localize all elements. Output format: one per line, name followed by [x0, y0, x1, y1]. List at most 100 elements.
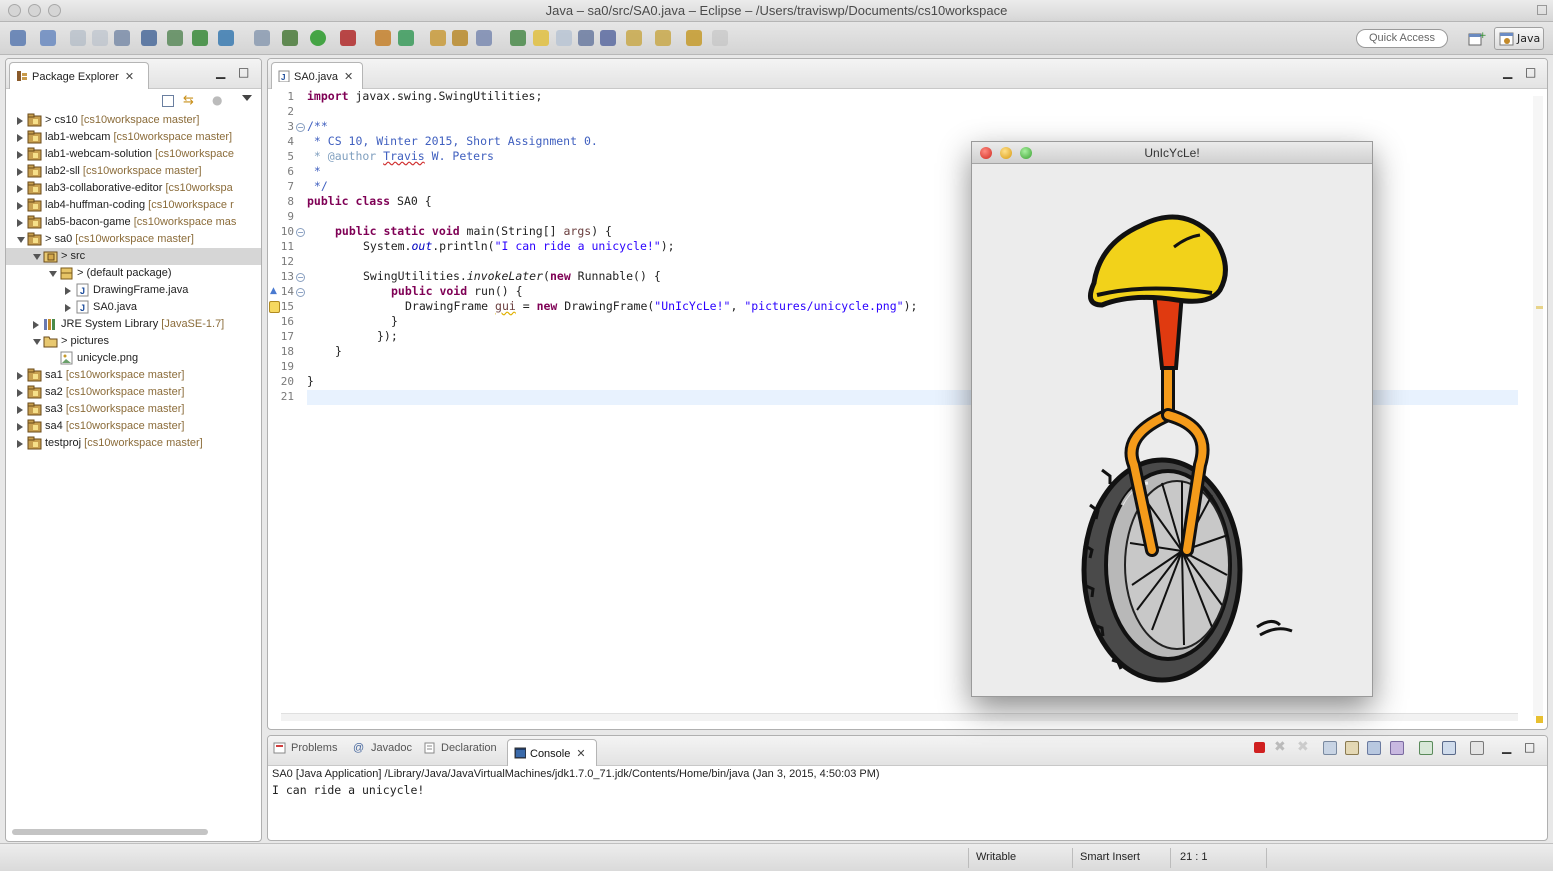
chevron-right-icon[interactable] [17, 185, 23, 193]
annotation-icon[interactable] [510, 30, 526, 46]
open-type-icon[interactable] [430, 30, 446, 46]
next-annotation-icon[interactable] [600, 30, 616, 46]
tab-sa0-java[interactable]: J SA0.java ✕ [271, 62, 363, 89]
run-icon[interactable] [310, 30, 326, 46]
toggle-icon[interactable] [578, 30, 594, 46]
annotation-marker[interactable] [1536, 306, 1543, 309]
tab-declaration[interactable]: Declaration [423, 742, 497, 754]
chevron-right-icon[interactable] [65, 304, 71, 312]
display-console-icon[interactable] [1442, 741, 1456, 755]
remove-all-icon[interactable]: ✖ [1297, 739, 1309, 755]
fold-toggle-icon[interactable]: − [296, 288, 305, 297]
tree-item[interactable]: > src [6, 248, 261, 265]
save-icon[interactable] [70, 30, 86, 46]
fold-toggle-icon[interactable]: − [296, 228, 305, 237]
back-icon[interactable] [686, 30, 702, 46]
whitespace-icon[interactable] [556, 30, 572, 46]
print-icon[interactable] [114, 30, 130, 46]
show-on-stderr-icon[interactable] [1390, 741, 1404, 755]
tree-item[interactable]: > pictures [6, 333, 261, 350]
save-all-icon[interactable] [92, 30, 108, 46]
chevron-right-icon[interactable] [17, 117, 23, 125]
highlight-icon[interactable] [533, 30, 549, 46]
task-icon[interactable] [476, 30, 492, 46]
frame-close-button[interactable] [980, 147, 992, 159]
chevron-right-icon[interactable] [65, 287, 71, 295]
new-project-icon[interactable] [254, 30, 270, 46]
tree-item[interactable]: sa4 [cs10workspace master] [6, 418, 261, 435]
tree-item[interactable]: J DrawingFrame.java [6, 282, 261, 299]
chevron-down-icon[interactable] [33, 339, 41, 345]
close-icon[interactable]: ✕ [125, 71, 134, 83]
tree-item[interactable]: sa1 [cs10workspace master] [6, 367, 261, 384]
open-console-icon[interactable] [1470, 741, 1484, 755]
tree-item[interactable]: testproj [cs10workspace master] [6, 435, 261, 452]
drawing-frame-window[interactable]: UnIcYcLe! [971, 141, 1373, 697]
remove-launch-icon[interactable]: ✖ [1274, 739, 1286, 755]
minimize-icon[interactable]: ▁ [1503, 65, 1512, 79]
chevron-right-icon[interactable] [17, 151, 23, 159]
chevron-right-icon[interactable] [17, 134, 23, 142]
chevron-right-icon[interactable] [17, 440, 23, 448]
drawing-frame-titlebar[interactable]: UnIcYcLe! [972, 142, 1372, 164]
chevron-down-icon[interactable] [49, 271, 57, 277]
terminate-icon[interactable] [167, 30, 183, 46]
chevron-down-icon[interactable] [17, 237, 25, 243]
tree-item[interactable]: lab1-webcam [cs10workspace master] [6, 129, 261, 146]
clear-console-icon[interactable] [1323, 741, 1337, 755]
show-on-stdout-icon[interactable] [1367, 741, 1381, 755]
build-icon[interactable] [192, 30, 208, 46]
new-icon[interactable] [10, 30, 26, 46]
maximize-icon[interactable]: □ [238, 65, 249, 79]
tree-item[interactable]: lab3-collaborative-editor [cs10workspa [6, 180, 261, 197]
fold-toggle-icon[interactable]: − [296, 123, 305, 132]
close-icon[interactable]: ✕ [576, 748, 585, 760]
tree-item[interactable]: sa2 [cs10workspace master] [6, 384, 261, 401]
chevron-right-icon[interactable] [33, 321, 39, 329]
tab-problems[interactable]: Problems [273, 742, 337, 754]
chevron-right-icon[interactable] [17, 219, 23, 227]
maximize-icon[interactable]: □ [1525, 65, 1536, 79]
java-perspective-button[interactable]: Java [1494, 27, 1544, 50]
close-icon[interactable]: ✕ [344, 71, 353, 83]
tree-item[interactable]: JRE System Library [JavaSE-1.7] [6, 316, 261, 333]
check-icon[interactable] [218, 30, 234, 46]
forward-icon[interactable] [712, 30, 728, 46]
pin-console-icon[interactable] [1419, 741, 1433, 755]
fullscreen-icon[interactable] [1537, 5, 1547, 15]
tree-item[interactable]: lab5-bacon-game [cs10workspace mas [6, 214, 261, 231]
view-menu-icon[interactable] [242, 95, 252, 101]
maximize-icon[interactable]: □ [1524, 740, 1535, 754]
tree-item[interactable]: lab2-sll [cs10workspace master] [6, 163, 261, 180]
tab-javadoc[interactable]: @ Javadoc [353, 742, 412, 754]
tree-item[interactable]: lab4-huffman-coding [cs10workspace r [6, 197, 261, 214]
tree-item[interactable]: > sa0 [cs10workspace master] [6, 231, 261, 248]
chevron-right-icon[interactable] [17, 406, 23, 414]
chevron-right-icon[interactable] [17, 168, 23, 176]
open-icon[interactable] [40, 30, 56, 46]
open-perspective-icon[interactable]: + [1466, 29, 1487, 49]
editor-scrollbar[interactable] [281, 713, 1518, 721]
tree-item[interactable]: sa3 [cs10workspace master] [6, 401, 261, 418]
skip-breakpoints-icon[interactable] [141, 30, 157, 46]
warning-marker-icon[interactable] [269, 301, 280, 313]
external-tools-icon[interactable] [340, 30, 356, 46]
chevron-right-icon[interactable] [17, 423, 23, 431]
minimize-icon[interactable]: ▁ [216, 65, 225, 79]
debug-icon[interactable] [282, 30, 298, 46]
prev-annotation-icon[interactable] [626, 30, 642, 46]
terminate-icon[interactable] [1254, 742, 1265, 753]
console-output[interactable]: I can ride a unicycle! [272, 783, 424, 797]
overview-ruler[interactable] [1533, 96, 1543, 716]
horizontal-scrollbar[interactable] [12, 829, 208, 835]
search-icon[interactable] [452, 30, 468, 46]
tab-package-explorer[interactable]: Package Explorer ✕ [9, 62, 149, 89]
chevron-right-icon[interactable] [17, 389, 23, 397]
chevron-down-icon[interactable] [33, 254, 41, 260]
tree-item[interactable]: lab1-webcam-solution [cs10workspace [6, 146, 261, 163]
minimize-icon[interactable]: ▁ [1502, 740, 1511, 754]
frame-zoom-button[interactable] [1020, 147, 1032, 159]
new-class-icon[interactable] [398, 30, 414, 46]
tab-console[interactable]: Console ✕ [507, 739, 597, 766]
tree-item[interactable]: J SA0.java [6, 299, 261, 316]
